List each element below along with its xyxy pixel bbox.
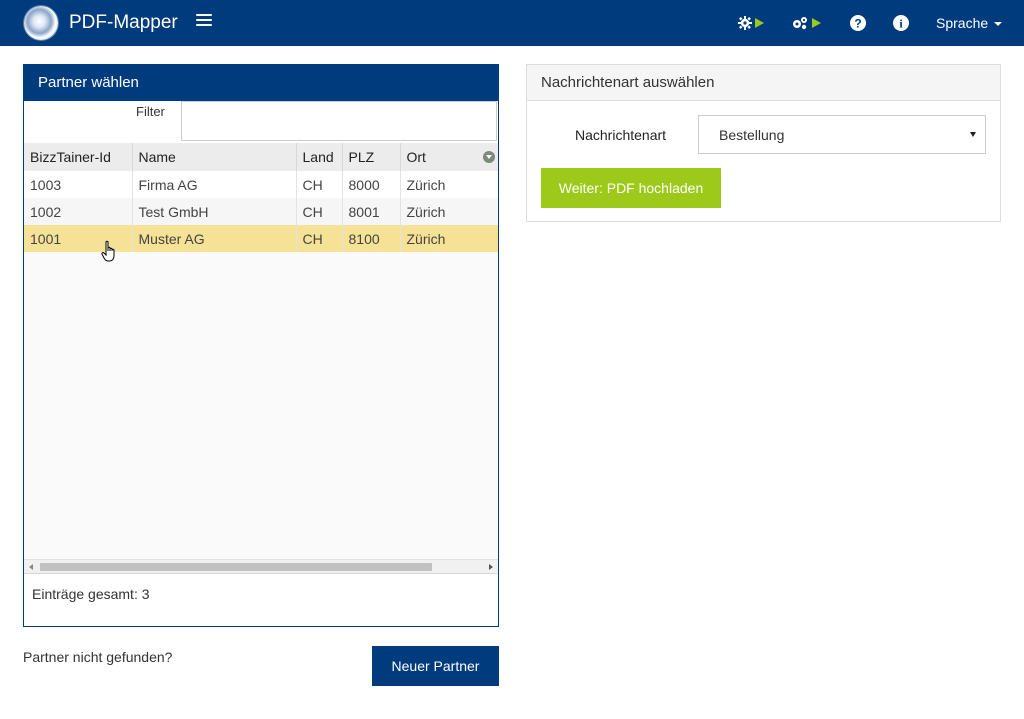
column-header-land[interactable]: Land (296, 143, 343, 171)
table-row[interactable]: 1003 Firma AG CH 8000 Zürich (24, 171, 498, 198)
help-icon[interactable]: ? (850, 13, 866, 33)
column-header-ort-label: Ort (406, 149, 426, 165)
cell-land: CH (296, 225, 343, 252)
hand-pointer-icon (101, 240, 115, 262)
column-header-name[interactable]: Name (132, 143, 297, 171)
message-type-panel-title: Nachrichtenart auswählen (527, 65, 1000, 101)
message-type-select[interactable]: Bestellung (698, 115, 986, 154)
app-logo[interactable] (24, 6, 58, 40)
column-header-plz[interactable]: PLZ (342, 143, 401, 171)
partner-panel-title: Partner wählen (24, 65, 498, 101)
gear-play-icon[interactable] (738, 13, 764, 33)
svg-text:?: ? (854, 17, 861, 31)
language-label: Sprache (936, 15, 989, 31)
language-dropdown[interactable]: Sprache (936, 15, 1003, 31)
scroll-right-icon[interactable] (489, 564, 493, 570)
scrollbar-thumb[interactable] (40, 563, 432, 571)
message-type-selected-value: Bestellung (719, 127, 785, 143)
cell-ort: Zürich (400, 171, 498, 198)
partner-grid: BizzTainer-Id Name Land PLZ Ort 1003 Fir… (24, 143, 498, 573)
cell-ort: Zürich (400, 225, 498, 252)
cell-plz: 8001 (342, 198, 401, 225)
partner-panel: Partner wählen Filter BizzTainer-Id Name… (23, 64, 499, 627)
cell-name: Muster AG (132, 225, 297, 252)
chevron-down-icon (970, 132, 976, 137)
entries-total: Einträge gesamt: 3 (24, 573, 498, 626)
filter-label: Filter (136, 104, 165, 119)
scroll-left-icon[interactable] (29, 564, 33, 570)
grid-header-row: BizzTainer-Id Name Land PLZ Ort (24, 143, 498, 171)
partner-not-found-text: Partner nicht gefunden? (23, 649, 173, 665)
cell-plz: 8100 (342, 225, 401, 252)
top-navbar: PDF-Mapper ? i Sprache (0, 0, 1024, 46)
cell-plz: 8000 (342, 171, 401, 198)
cell-name: Test GmbH (132, 198, 297, 225)
info-icon[interactable]: i (893, 13, 909, 33)
chevron-down-icon (994, 22, 1003, 27)
cell-ort: Zürich (400, 198, 498, 225)
horizontal-scrollbar[interactable] (24, 559, 498, 573)
gears-play-icon[interactable] (791, 13, 821, 33)
cell-land: CH (296, 198, 343, 225)
next-upload-pdf-button[interactable]: Weiter: PDF hochladen (541, 168, 721, 208)
message-type-panel: Nachrichtenart auswählen Nachrichtenart … (526, 64, 1001, 222)
hamburger-menu-icon[interactable] (196, 14, 212, 30)
filter-input[interactable] (181, 101, 497, 141)
column-header-bizztainer-id[interactable]: BizzTainer-Id (24, 143, 133, 171)
cell-name: Firma AG (132, 171, 297, 198)
new-partner-button[interactable]: Neuer Partner (372, 646, 499, 686)
column-header-ort[interactable]: Ort (400, 143, 498, 171)
table-row[interactable]: 1002 Test GmbH CH 8001 Zürich (24, 198, 498, 225)
app-title[interactable]: PDF-Mapper (69, 12, 178, 34)
cell-land: CH (296, 171, 343, 198)
cell-bizztainer-id: 1003 (24, 171, 133, 198)
table-row-selected[interactable]: 1001 Muster AG CH 8100 Zürich (24, 225, 498, 252)
message-type-label: Nachrichtenart (575, 127, 667, 143)
cell-bizztainer-id: 1002 (24, 198, 133, 225)
sort-menu-icon[interactable] (483, 151, 495, 163)
